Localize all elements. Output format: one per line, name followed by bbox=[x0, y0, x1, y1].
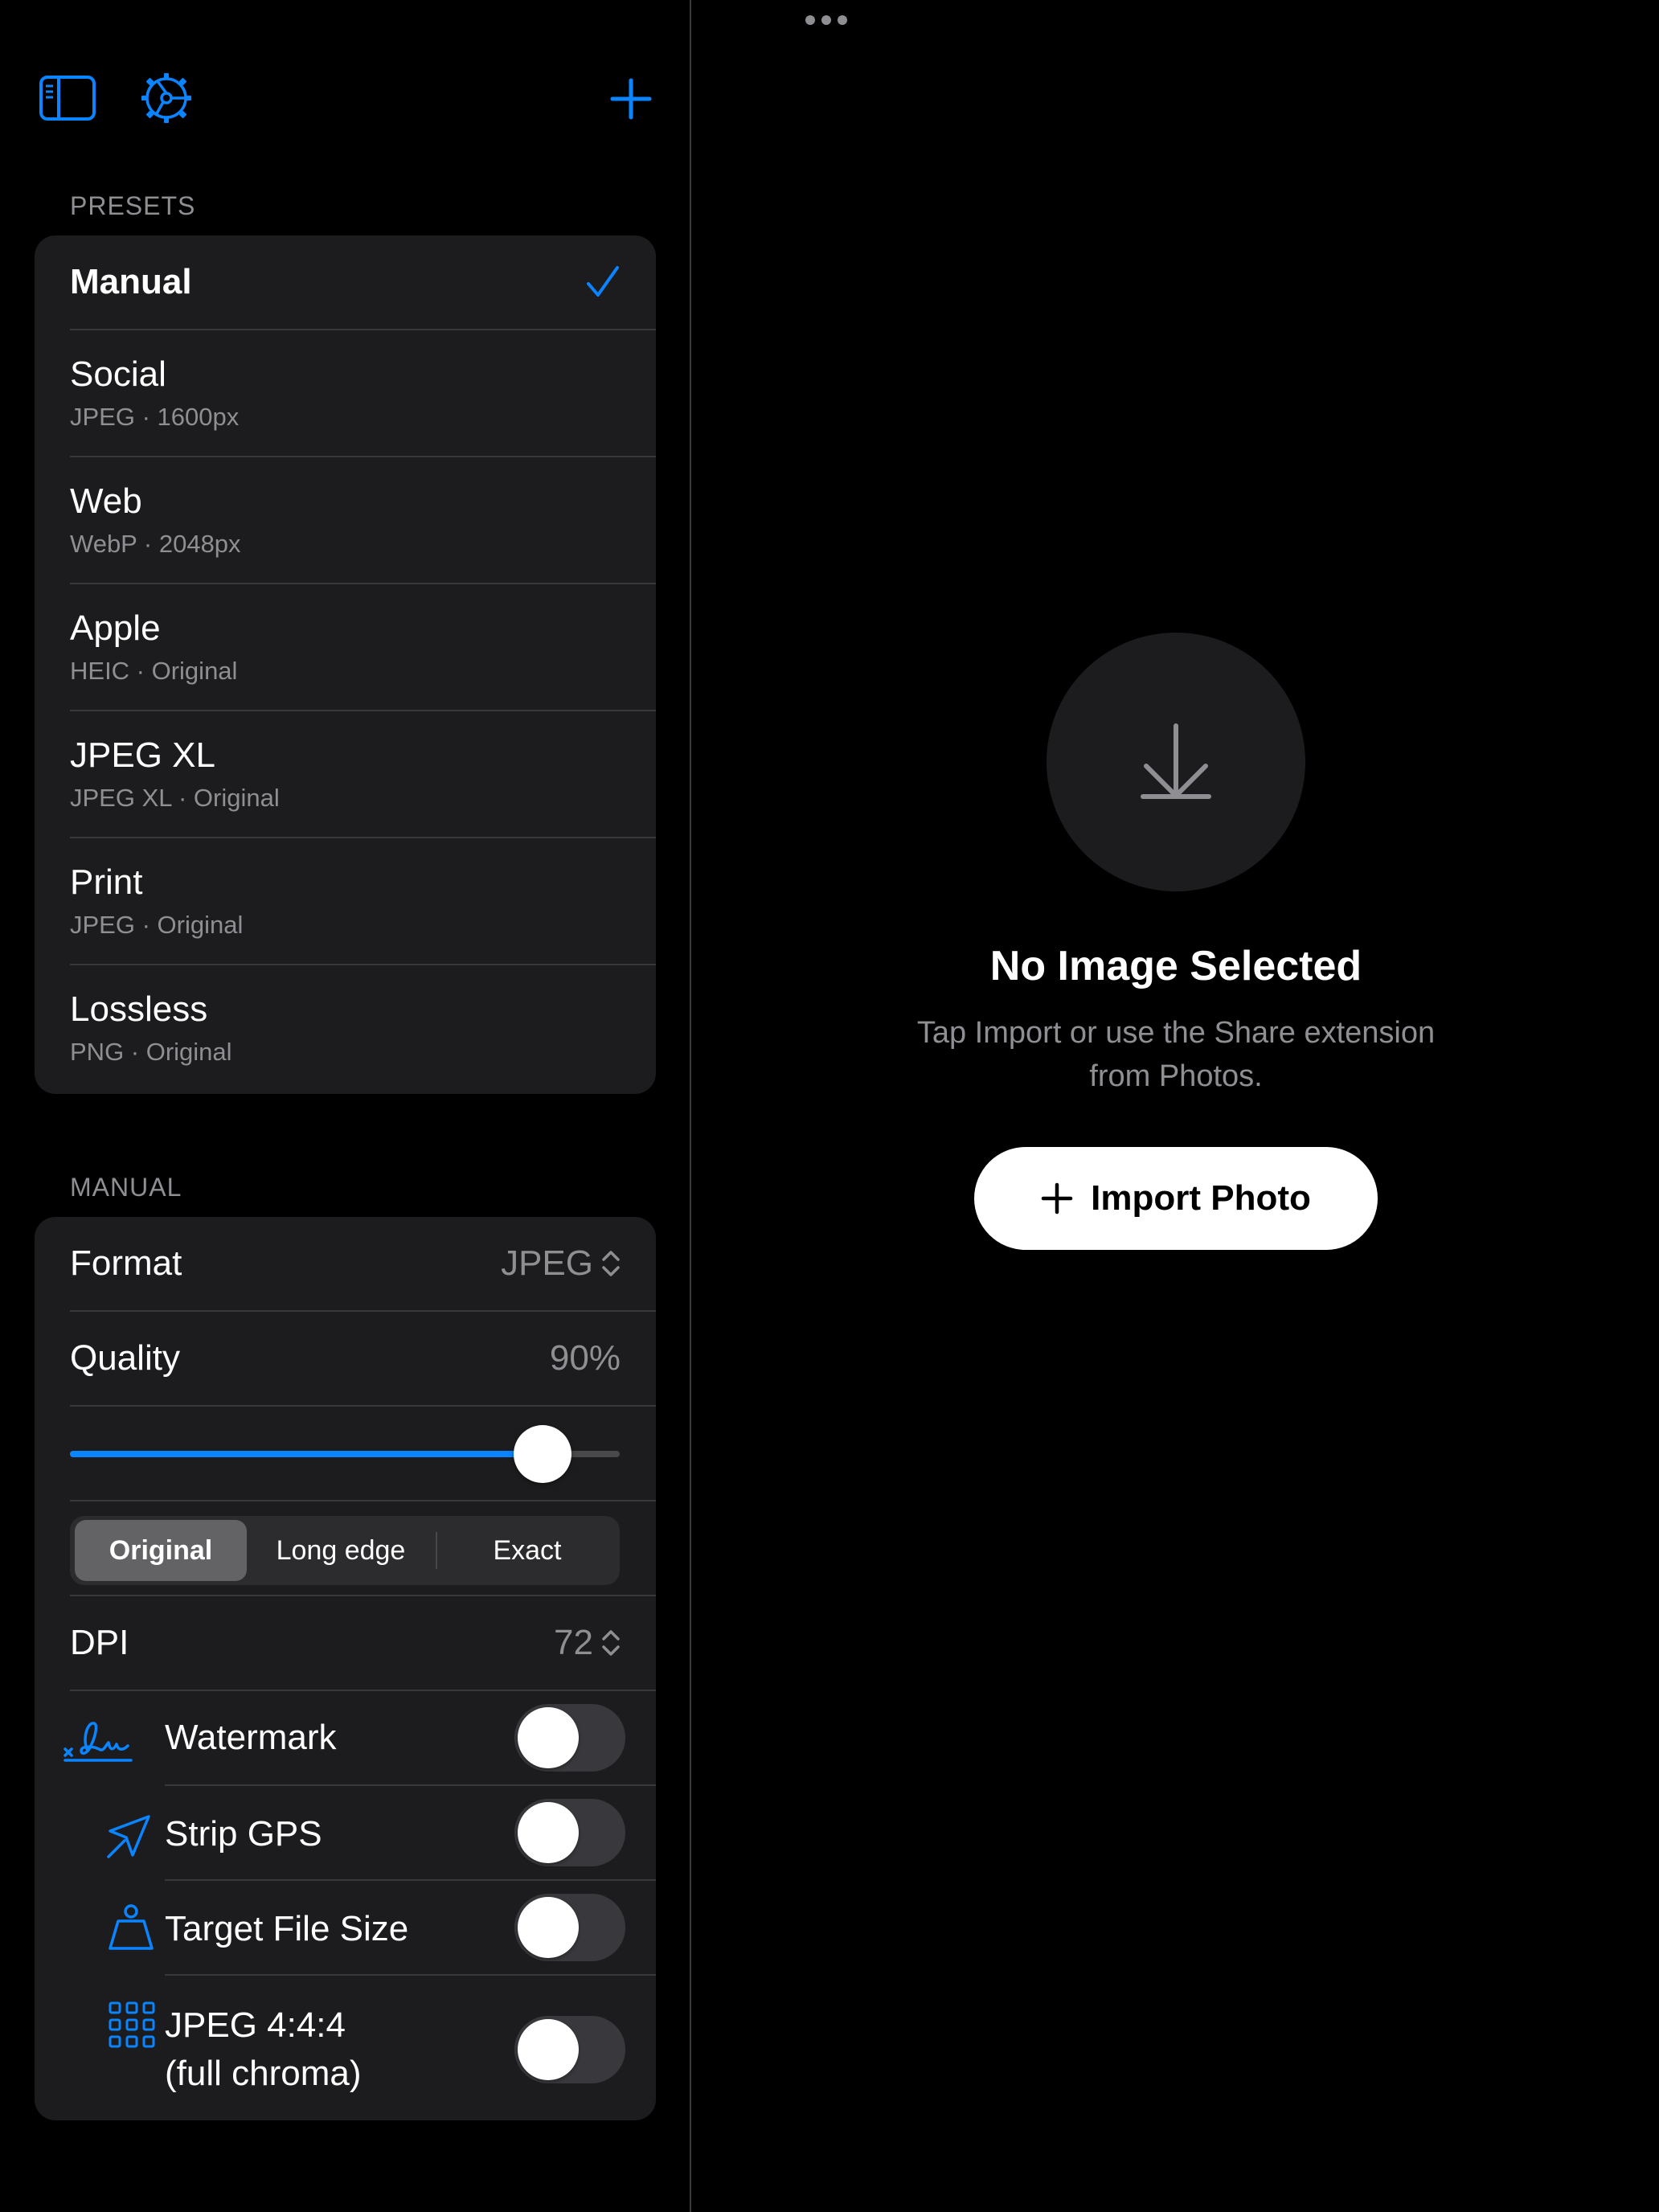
empty-state-subtitle: Tap Import or use the Share extension fr… bbox=[854, 1011, 1497, 1098]
dpi-picker[interactable]: 72 bbox=[554, 1623, 621, 1663]
grid-icon bbox=[109, 2001, 155, 2052]
plus-icon bbox=[610, 78, 652, 120]
preset-subtitle: JPEG · 1600px bbox=[70, 403, 240, 431]
preset-title: JPEG XL bbox=[70, 735, 215, 775]
toggle-knob bbox=[518, 2019, 579, 2080]
manual-settings-card: Format JPEG Quality 90% Original Long ed… bbox=[35, 1217, 656, 2120]
strip-gps-label: Strip GPS bbox=[165, 1814, 322, 1854]
dpi-value: 72 bbox=[554, 1623, 593, 1662]
segment-long-edge[interactable]: Long edge bbox=[250, 1520, 432, 1581]
preset-item-apple[interactable]: Apple HEIC · Original bbox=[35, 584, 656, 711]
preset-item-lossless[interactable]: Lossless PNG · Original bbox=[35, 965, 656, 1094]
preset-item-social[interactable]: Social JPEG · 1600px bbox=[35, 330, 656, 457]
preset-item-print[interactable]: Print JPEG · Original bbox=[35, 838, 656, 965]
scale-weight-icon bbox=[107, 1902, 155, 1957]
sidebar-toggle-icon[interactable] bbox=[39, 76, 96, 121]
location-slash-icon bbox=[105, 1812, 154, 1864]
presets-list: Manual Social JPEG · 1600px Web WebP · 2… bbox=[35, 236, 656, 1094]
strip-gps-row: Strip GPS bbox=[35, 1786, 656, 1881]
sidebar: PRESETS Manual Social JPEG · 1600px Web … bbox=[0, 0, 690, 2212]
preset-subtitle: JPEG XL · Original bbox=[70, 784, 280, 812]
empty-state-subtitle-line1: Tap Import or use the Share extension bbox=[916, 1016, 1436, 1050]
preset-subtitle: HEIC · Original bbox=[70, 657, 238, 685]
plus-icon bbox=[1041, 1182, 1073, 1215]
split-view-divider[interactable] bbox=[690, 0, 691, 2212]
target-file-size-toggle[interactable] bbox=[514, 1894, 625, 1961]
preset-item-web[interactable]: Web WebP · 2048px bbox=[35, 457, 656, 584]
format-picker[interactable]: JPEG bbox=[501, 1243, 621, 1284]
gear-icon[interactable] bbox=[140, 72, 193, 125]
empty-state-subtitle-line2: from Photos. bbox=[1089, 1059, 1263, 1093]
format-label: Format bbox=[70, 1243, 182, 1283]
format-row[interactable]: Format JPEG bbox=[35, 1217, 656, 1312]
presets-section-label: PRESETS bbox=[70, 191, 196, 220]
jpeg-444-row: JPEG 4:4:4 (full chroma) bbox=[35, 1976, 656, 2120]
watermark-toggle[interactable] bbox=[514, 1704, 625, 1772]
preset-title: Apple bbox=[70, 608, 161, 648]
chevron-up-down-icon bbox=[601, 1628, 621, 1657]
dpi-label: DPI bbox=[70, 1623, 129, 1662]
preset-title: Lossless bbox=[70, 989, 208, 1029]
quality-value: 90% bbox=[549, 1338, 621, 1378]
dpi-row[interactable]: DPI 72 bbox=[35, 1596, 656, 1691]
add-preset-button[interactable] bbox=[609, 77, 653, 121]
resize-mode-segmented-control[interactable]: Original Long edge Exact bbox=[70, 1516, 620, 1585]
signature-icon bbox=[63, 1718, 133, 1768]
preset-subtitle: JPEG · Original bbox=[70, 911, 244, 939]
segment-exact[interactable]: Exact bbox=[440, 1520, 615, 1581]
download-icon bbox=[1141, 723, 1211, 799]
preset-title: Social bbox=[70, 354, 166, 394]
watermark-label: Watermark bbox=[165, 1718, 337, 1757]
jpeg-444-label: JPEG 4:4:4 (full chroma) bbox=[165, 2005, 362, 2093]
preset-item-jpeg-xl[interactable]: JPEG XL JPEG XL · Original bbox=[35, 711, 656, 838]
jpeg-444-toggle[interactable] bbox=[514, 2016, 625, 2083]
quality-slider[interactable] bbox=[70, 1425, 620, 1483]
quality-slider-row bbox=[35, 1407, 656, 1501]
download-icon-circle bbox=[1047, 633, 1305, 891]
checkmark-icon bbox=[585, 264, 621, 304]
segment-divider bbox=[436, 1532, 437, 1569]
resize-mode-row: Original Long edge Exact bbox=[35, 1501, 656, 1596]
watermark-row: Watermark bbox=[35, 1691, 656, 1786]
toggle-knob bbox=[518, 1802, 579, 1863]
toggle-knob bbox=[518, 1897, 579, 1958]
manual-section-label: MANUAL bbox=[70, 1173, 182, 1202]
preset-title: Print bbox=[70, 862, 143, 902]
preset-subtitle: WebP · 2048px bbox=[70, 530, 241, 558]
preset-title: Web bbox=[70, 481, 142, 521]
format-value: JPEG bbox=[501, 1243, 593, 1283]
quality-label: Quality bbox=[70, 1338, 180, 1378]
segment-original[interactable]: Original bbox=[75, 1520, 247, 1581]
preset-title: Manual bbox=[70, 262, 192, 301]
quality-slider-knob[interactable] bbox=[514, 1425, 572, 1483]
strip-gps-toggle[interactable] bbox=[514, 1799, 625, 1866]
import-photo-button[interactable]: Import Photo bbox=[974, 1147, 1378, 1250]
toggle-knob bbox=[518, 1707, 579, 1768]
multitasking-more-icon[interactable] bbox=[805, 15, 847, 25]
target-file-size-label: Target File Size bbox=[165, 1909, 409, 1948]
empty-state-title: No Image Selected bbox=[989, 943, 1362, 989]
chevron-up-down-icon bbox=[601, 1249, 621, 1278]
import-photo-label: Import Photo bbox=[1091, 1178, 1311, 1218]
preset-subtitle: PNG · Original bbox=[70, 1038, 232, 1066]
target-file-size-row: Target File Size bbox=[35, 1881, 656, 1976]
quality-row: Quality 90% bbox=[35, 1312, 656, 1407]
quality-slider-fill bbox=[70, 1451, 543, 1457]
preset-item-manual[interactable]: Manual bbox=[35, 236, 656, 330]
